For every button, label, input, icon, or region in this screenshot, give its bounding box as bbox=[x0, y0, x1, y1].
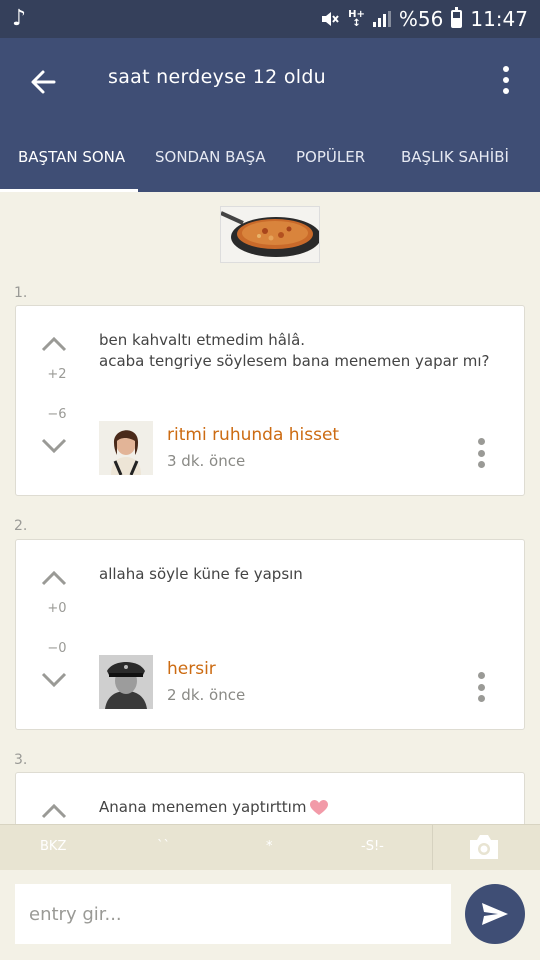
mute-icon bbox=[322, 12, 339, 26]
entry-text: ben kahvaltı etmedim hâlâ. acaba tengriy… bbox=[99, 330, 489, 372]
downvote-chevron-icon[interactable] bbox=[40, 436, 68, 456]
tab-bar: BAŞTAN SONA SONDAN BAŞA POPÜLER BAŞLIK S… bbox=[0, 136, 540, 192]
overflow-menu-icon[interactable] bbox=[496, 62, 516, 98]
bkz-button[interactable]: BKZ bbox=[40, 839, 66, 854]
upvote-score: +2 bbox=[47, 367, 67, 382]
tab-sondan-basa[interactable]: SONDAN BAŞA bbox=[155, 148, 266, 166]
toolbar-divider bbox=[432, 825, 433, 871]
back-arrow-icon[interactable] bbox=[24, 62, 64, 102]
camera-icon[interactable] bbox=[468, 833, 500, 861]
battery-icon bbox=[451, 7, 463, 28]
topic-image[interactable] bbox=[220, 206, 320, 263]
entry-menu-icon[interactable] bbox=[478, 672, 486, 702]
send-button[interactable] bbox=[465, 884, 525, 944]
entry-index: 2. bbox=[14, 518, 28, 534]
author-name[interactable]: ritmi ruhunda hisset bbox=[167, 425, 339, 445]
downvote-chevron-icon[interactable] bbox=[40, 670, 68, 690]
author-name[interactable]: hersir bbox=[167, 659, 216, 679]
entry-card: +0 −0 allaha söyle küne fe yapsın hersir… bbox=[15, 539, 525, 730]
upvote-chevron-icon[interactable] bbox=[40, 801, 68, 821]
spoiler-button[interactable]: -S!- bbox=[361, 839, 384, 854]
entry-text-line: Anana menemen yaptırttım bbox=[99, 798, 307, 816]
downvote-score: −6 bbox=[47, 407, 67, 422]
avatar[interactable] bbox=[99, 655, 153, 709]
status-indicators: H+ ↕ %56 11:47 bbox=[320, 7, 528, 31]
battery-percent: %56 bbox=[398, 7, 444, 31]
entry-text: allaha söyle küne fe yapsın bbox=[99, 564, 303, 585]
upvote-score: +0 bbox=[47, 601, 67, 616]
tab-bastan-sona[interactable]: BAŞTAN SONA bbox=[18, 148, 125, 166]
downvote-score: −0 bbox=[47, 641, 67, 656]
entry-menu-icon[interactable] bbox=[478, 438, 486, 468]
backtick-button[interactable]: `` bbox=[157, 839, 170, 854]
status-bar: ♪ H+ ↕ %56 11:47 bbox=[0, 0, 540, 38]
star-button[interactable]: * bbox=[266, 839, 273, 854]
menemen-pan-image bbox=[221, 207, 319, 262]
heart-icon bbox=[310, 799, 329, 815]
send-icon bbox=[482, 903, 508, 925]
entry-text-line: acaba tengriye söylesem bana menemen yap… bbox=[99, 352, 490, 370]
format-toolbar: BKZ `` * -S!- bbox=[0, 824, 540, 871]
tab-populer[interactable]: POPÜLER bbox=[296, 148, 365, 166]
entry-text-line: ben kahvaltı etmedim hâlâ. bbox=[99, 331, 306, 349]
clock: 11:47 bbox=[470, 7, 528, 31]
upvote-chevron-icon[interactable] bbox=[40, 334, 68, 354]
entry-time[interactable]: 3 dk. önce bbox=[167, 452, 245, 470]
entry-composer bbox=[0, 870, 540, 960]
avatar[interactable] bbox=[99, 421, 153, 475]
entry-index: 3. bbox=[14, 752, 28, 768]
music-note-icon: ♪ bbox=[12, 6, 27, 31]
network-type-icon: H+ ↕ bbox=[348, 9, 365, 29]
entry-text: Anana menemen yaptırttım bbox=[99, 797, 329, 818]
upvote-chevron-icon[interactable] bbox=[40, 568, 68, 588]
page-title: saat nerdeyse 12 oldu bbox=[108, 66, 327, 88]
entry-index: 1. bbox=[14, 285, 28, 301]
active-tab-indicator bbox=[0, 189, 138, 192]
entry-input[interactable] bbox=[15, 884, 451, 944]
signal-icon bbox=[372, 11, 391, 27]
entry-text-line: allaha söyle küne fe yapsın bbox=[99, 565, 303, 583]
app-bar: saat nerdeyse 12 oldu BAŞTAN SONA SONDAN… bbox=[0, 38, 540, 192]
tab-baslik-sahibi[interactable]: BAŞLIK SAHİBİ bbox=[401, 148, 509, 166]
entry-time[interactable]: 2 dk. önce bbox=[167, 686, 245, 704]
entry-card: +2 −6 ben kahvaltı etmedim hâlâ. acaba t… bbox=[15, 305, 525, 496]
